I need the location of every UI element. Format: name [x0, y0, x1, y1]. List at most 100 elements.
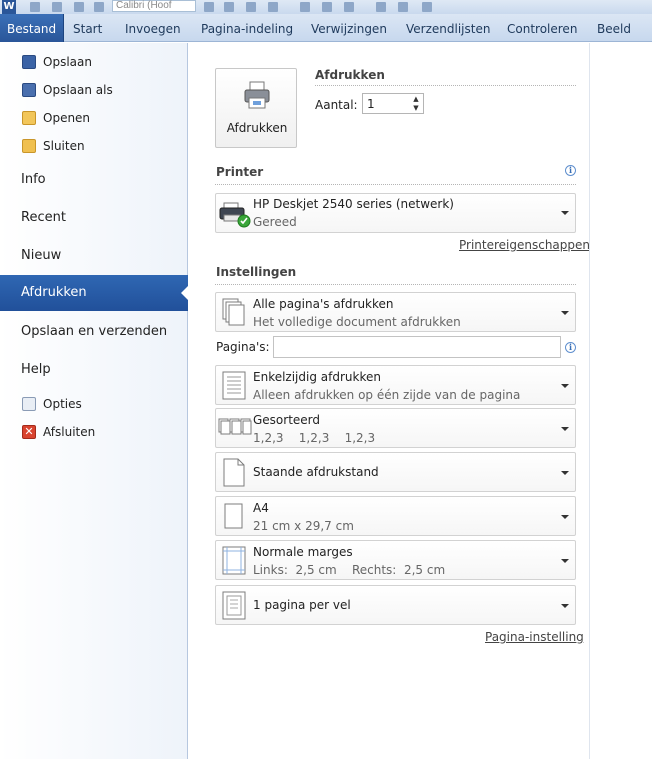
customize-toolbar-icon[interactable] [422, 2, 432, 12]
pages-label: Pagina's: [216, 340, 270, 354]
collation-dropdown[interactable]: Gesorteerd 1,2,3 1,2,3 1,2,3 [215, 408, 576, 448]
tab-beeld[interactable]: Beeld [597, 14, 631, 42]
option-subtitle: 21 cm x 29,7 cm [253, 519, 354, 533]
chevron-down-icon [561, 427, 569, 431]
sidebar-item-label: Opslaan [43, 55, 92, 69]
option-subtitle: Links: 2,5 cm Rechts: 2,5 cm [253, 563, 446, 577]
new-document-icon[interactable] [204, 2, 214, 12]
ribbon-tabs: Bestand Start Invoegen Pagina-indeling V… [0, 14, 652, 42]
font-color-icon[interactable] [398, 2, 408, 12]
printer-name: HP Deskjet 2540 series (netwerk) [253, 197, 454, 211]
collated-icon [218, 418, 252, 435]
tab-verwijzingen[interactable]: Verwijzingen [311, 14, 387, 42]
print-range-dropdown[interactable]: Alle pagina's afdrukken Het volledige do… [215, 292, 576, 332]
sides-dropdown[interactable]: Enkelzijdig afdrukken Alleen afdrukken o… [215, 365, 576, 405]
save-icon [22, 55, 36, 69]
print-title: Afdrukken [315, 68, 385, 82]
quick-print-icon[interactable] [300, 2, 310, 12]
sidebar-item-recent[interactable]: Recent [21, 210, 66, 225]
cut-icon[interactable] [74, 2, 84, 12]
sidebar-item-label: Opslaan als [43, 83, 113, 97]
orientation-dropdown[interactable]: Staande afdrukstand [215, 452, 576, 492]
copy-icon[interactable] [94, 2, 104, 12]
chevron-down-icon [561, 311, 569, 315]
print-preview-icon[interactable] [246, 2, 256, 12]
divider [215, 184, 576, 185]
chevron-down-icon [561, 604, 569, 608]
quick-access-toolbar: W Calibri (Hoof [0, 0, 652, 14]
tab-invoegen[interactable]: Invoegen [125, 14, 181, 42]
copies-stepper[interactable]: 1 ▲ ▼ [362, 93, 424, 114]
sidebar-item-afdrukken[interactable]: Afdrukken [0, 275, 189, 311]
divider [315, 85, 576, 86]
pages-per-sheet-dropdown[interactable]: 1 pagina per vel [215, 585, 576, 625]
print-preview-pane [589, 43, 652, 759]
paper-size-dropdown[interactable]: A4 21 cm x 29,7 cm [215, 496, 576, 536]
tab-start[interactable]: Start [73, 14, 102, 42]
one-sided-icon [222, 371, 246, 400]
portrait-icon [223, 458, 245, 487]
info-icon[interactable]: i [565, 165, 576, 176]
sidebar-item-label: Opties [43, 397, 82, 411]
print-panel: Afdrukken Afdrukken Aantal: 1 ▲ ▼ Printe… [189, 43, 590, 759]
tab-controleren[interactable]: Controleren [507, 14, 577, 42]
option-title: Alle pagina's afdrukken [253, 297, 394, 311]
option-title: 1 pagina per vel [253, 598, 351, 612]
chevron-down-icon [561, 211, 569, 215]
sidebar-item-label: Afdrukken [21, 285, 87, 300]
numbering-icon[interactable] [344, 2, 354, 12]
chevron-down-icon [561, 384, 569, 388]
margins-icon [222, 546, 246, 575]
selection-notch-icon [181, 285, 189, 301]
option-subtitle: Alleen afdrukken op één zijde van de pag… [253, 388, 521, 402]
save-as-icon [22, 83, 36, 97]
print-button[interactable]: Afdrukken [215, 68, 297, 148]
copies-label: Aantal: [315, 98, 358, 112]
sidebar-item-label: Sluiten [43, 139, 85, 153]
table-icon[interactable] [376, 2, 386, 12]
print-button-label: Afdrukken [226, 121, 288, 135]
info-icon[interactable]: i [565, 342, 576, 353]
settings-section-title: Instellingen [216, 265, 297, 279]
font-name-box[interactable]: Calibri (Hoof [112, 0, 196, 12]
option-title: Enkelzijdig afdrukken [253, 370, 381, 384]
copies-value: 1 [367, 97, 375, 111]
word-logo-icon: W [2, 0, 16, 14]
sidebar-item-nieuw[interactable]: Nieuw [21, 248, 61, 263]
sidebar-item-opslaan-en-verzenden[interactable]: Opslaan en verzenden [21, 324, 167, 339]
margins-dropdown[interactable]: Normale marges Links: 2,5 cm Rechts: 2,5… [215, 540, 576, 580]
option-title: Normale marges [253, 545, 353, 559]
option-title: A4 [253, 501, 269, 515]
undo-icon[interactable] [52, 2, 62, 12]
pages-input[interactable] [273, 336, 561, 358]
all-pages-icon [222, 298, 245, 326]
options-icon [22, 397, 36, 411]
option-subtitle: 1,2,3 1,2,3 1,2,3 [253, 431, 376, 445]
decrement-icon[interactable]: ▼ [411, 104, 421, 112]
printer-properties-link[interactable]: Printereigenschappen [459, 238, 590, 252]
tab-verzendlijsten[interactable]: Verzendlijsten [406, 14, 490, 42]
printer-dropdown[interactable]: HP Deskjet 2540 series (netwerk) Gereed [215, 193, 576, 233]
pages-per-sheet-icon [222, 591, 246, 620]
page-setup-link[interactable]: Pagina-instelling [485, 630, 584, 644]
backstage-sidebar: Opslaan Opslaan als Openen Sluiten Info … [0, 43, 189, 759]
save-icon[interactable] [30, 2, 40, 12]
tab-bestand[interactable]: Bestand [0, 14, 65, 42]
option-title: Gesorteerd [253, 413, 321, 427]
tab-pagina-indeling[interactable]: Pagina-indeling [201, 14, 293, 42]
exit-icon: ✕ [22, 425, 36, 439]
option-title: Staande afdrukstand [253, 465, 379, 479]
sidebar-item-info[interactable]: Info [21, 172, 46, 187]
close-folder-icon [22, 139, 36, 153]
align-icon[interactable] [322, 2, 332, 12]
spelling-icon[interactable] [268, 2, 278, 12]
paper-size-icon [224, 503, 243, 529]
chevron-down-icon [561, 515, 569, 519]
increment-icon[interactable]: ▲ [411, 95, 421, 103]
chevron-down-icon [561, 471, 569, 475]
open-folder-icon [22, 111, 36, 125]
sidebar-item-help[interactable]: Help [21, 362, 51, 377]
open-icon[interactable] [224, 2, 234, 12]
printer-section-title: Printer [216, 165, 264, 179]
printer-status: Gereed [253, 215, 297, 229]
